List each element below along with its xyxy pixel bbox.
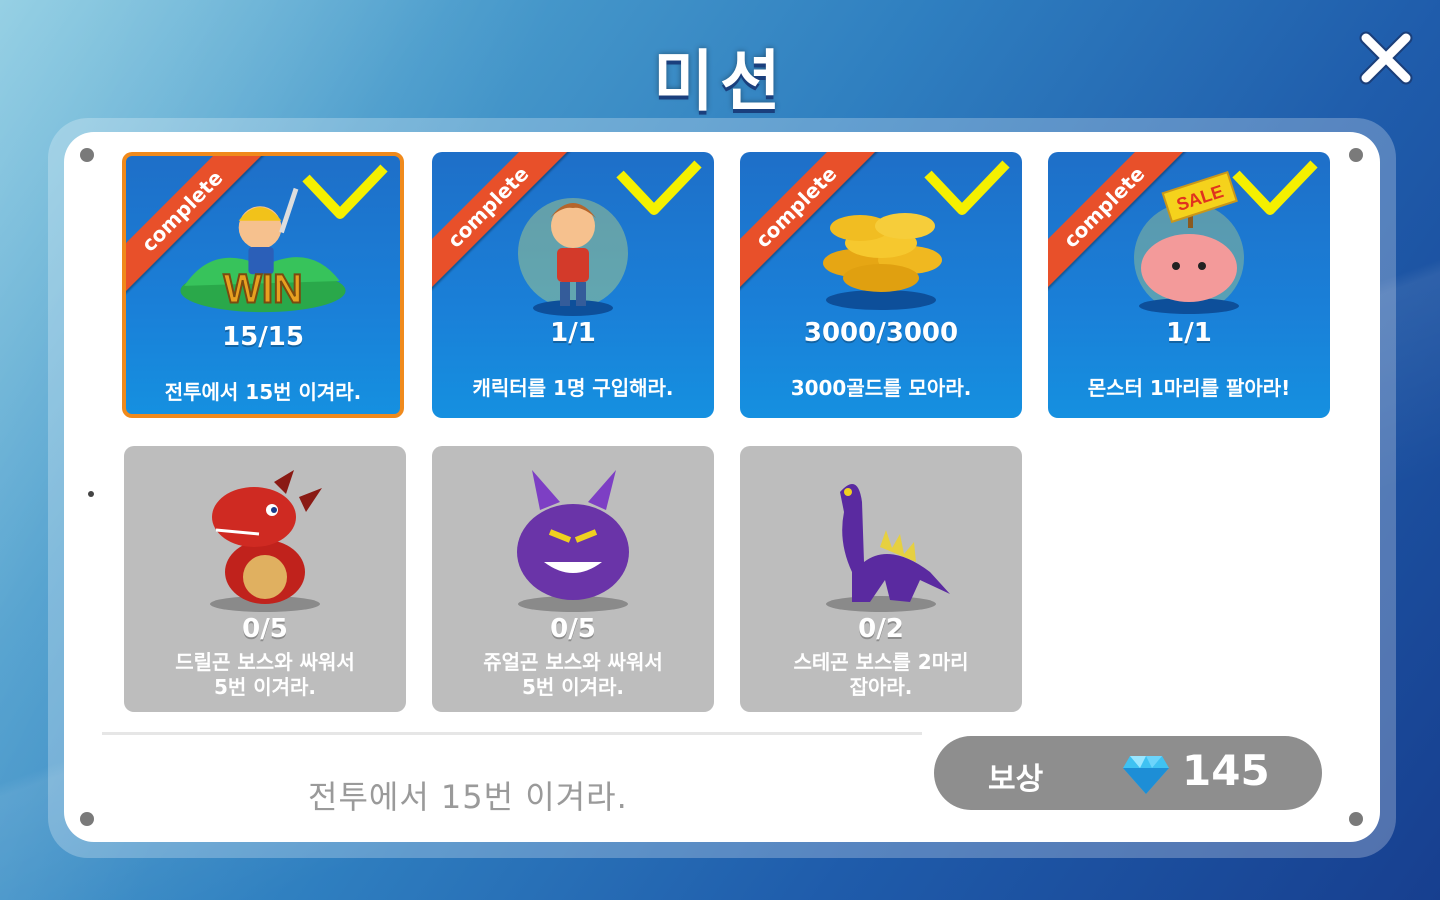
mission-card[interactable]: SALE complete 1/1 몬스터 1마리를 팔아라! xyxy=(1048,152,1330,418)
reward-value: 145 xyxy=(1182,746,1270,795)
check-icon xyxy=(616,160,702,215)
mission-card[interactable]: complete 1/1 캐릭터를 1명 구입해라. xyxy=(432,152,714,418)
mission-progress: 3000/3000 xyxy=(803,318,959,348)
reward-bar: 보상 145 xyxy=(934,736,1322,810)
close-button[interactable] xyxy=(1356,28,1416,88)
mission-description: 드릴곤 보스와 싸워서 5번 이겨라. xyxy=(175,650,355,699)
red-dragon-icon xyxy=(210,470,322,612)
mission-card[interactable]: 0/5 쥬얼곤 보스와 싸워서 5번 이겨라. xyxy=(432,446,714,712)
divider xyxy=(102,732,922,735)
mission-description: 3000골드를 모아라. xyxy=(790,376,972,400)
mission-progress: 15/15 xyxy=(222,322,304,352)
screw-icon xyxy=(80,812,94,826)
close-icon xyxy=(1359,31,1413,85)
mission-card[interactable]: complete 3000/3000 3000골드를 모아라. xyxy=(740,152,1022,418)
page-title: 미션 xyxy=(653,43,787,120)
mission-progress: 0/5 xyxy=(242,614,288,644)
mission-progress: 0/5 xyxy=(550,614,596,644)
selected-mission-description: 전투에서 15번 이겨라. xyxy=(308,778,628,816)
mission-description: 몬스터 1마리를 팔아라! xyxy=(1087,376,1291,400)
screw-icon xyxy=(1349,148,1363,162)
check-icon xyxy=(302,164,388,219)
mission-description: 스테곤 보스를 2마리 잡아라. xyxy=(793,650,969,699)
mission-progress: 1/1 xyxy=(550,318,596,348)
mission-card[interactable]: WIN complete 15/15 전투에서 15번 이겨라. xyxy=(122,152,404,418)
purple-dinosaur-icon xyxy=(826,484,950,612)
mission-progress: 1/1 xyxy=(1166,318,1212,348)
mission-description: 쥬얼곤 보스와 싸워서 5번 이겨라. xyxy=(483,650,663,699)
mission-description: 캐릭터를 1명 구입해라. xyxy=(472,376,674,400)
page-indicator-dot xyxy=(88,491,94,497)
win-text: WIN xyxy=(223,265,302,311)
reward-label: 보상 xyxy=(988,762,1044,797)
mission-card[interactable]: 0/5 드릴곤 보스와 싸워서 5번 이겨라. xyxy=(124,446,406,712)
check-icon xyxy=(1232,160,1318,215)
check-icon xyxy=(924,160,1010,215)
diamond-icon xyxy=(1123,756,1169,794)
mission-card[interactable]: 0/2 스테곤 보스를 2마리 잡아라. xyxy=(740,446,1022,712)
purple-monster-icon xyxy=(517,470,629,612)
screw-icon xyxy=(1349,812,1363,826)
mission-progress: 0/2 xyxy=(858,614,904,644)
mission-description: 전투에서 15번 이겨라. xyxy=(164,380,362,404)
screw-icon xyxy=(80,148,94,162)
